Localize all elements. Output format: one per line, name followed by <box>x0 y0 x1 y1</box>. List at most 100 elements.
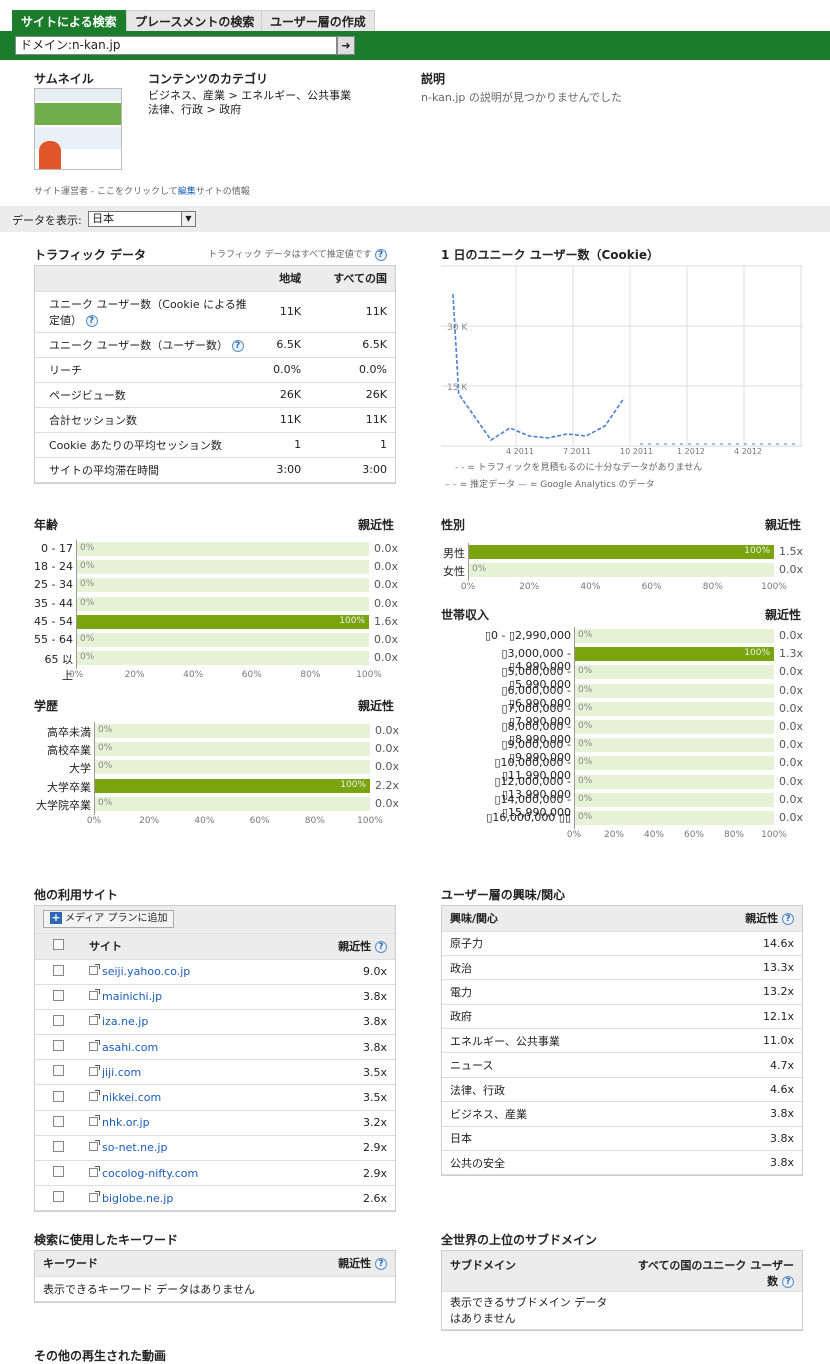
row-checkbox[interactable] <box>52 1065 64 1077</box>
bar-pct-label: 0% <box>80 543 95 553</box>
bar-affinity-value: 0.0x <box>374 560 399 574</box>
table-row: ビジネス、産業 3.8x <box>442 1101 802 1127</box>
bar-affinity-value: 1.5x <box>779 545 804 558</box>
select-all-checkbox[interactable] <box>52 939 64 951</box>
country-select-value: 日本 <box>92 212 114 225</box>
x-tick-label: 100% <box>356 670 382 681</box>
bar-pct-label: 0% <box>80 634 95 644</box>
interest-label: 政府 <box>442 1004 680 1030</box>
help-icon[interactable]: ? <box>85 314 98 327</box>
country-select[interactable]: 日本 ▼ <box>88 211 196 227</box>
keywords-grid: キーワード 親近性 ? 表示できるキーワード データはありません <box>35 1251 395 1302</box>
bar-category-label: 35 - 44 <box>34 596 73 610</box>
site-link[interactable]: nikkei.com <box>102 1091 161 1104</box>
bar-track: 0% <box>76 560 369 575</box>
bar-affinity-value: 0.0x <box>779 792 804 806</box>
tab-site-search[interactable]: サイトによる検索 <box>12 10 126 32</box>
bar <box>468 545 774 559</box>
interest-label: 電力 <box>442 979 680 1005</box>
traffic-grid: 地域 すべての国 ユニーク ユーザー数（Cookie による推定値） ? 11K 1… <box>35 266 395 483</box>
help-icon[interactable]: ? <box>782 913 794 926</box>
bar-affinity-value: 0.0x <box>374 596 399 610</box>
traffic-table: 地域 すべての国 ユニーク ユーザー数（Cookie による推定値） ? 11K 1… <box>34 265 396 484</box>
site-link[interactable]: jiji.com <box>102 1066 141 1079</box>
row-checkbox[interactable] <box>52 1040 64 1052</box>
bar-pct-label: 0% <box>80 579 95 590</box>
interests-panel: 興味/関心 親近性 ? 原子力 14.6x 政治 13.3x 電力 13.2x 政府 12.1… <box>441 905 803 1177</box>
help-icon[interactable]: ? <box>782 1276 794 1288</box>
bar-pct-label: 0% <box>578 721 593 731</box>
domain-search-input[interactable]: ドメイン:n-kan.jp <box>15 36 337 55</box>
site-link[interactable]: so-net.ne.jp <box>102 1141 167 1154</box>
row-checkbox[interactable] <box>52 964 64 976</box>
x-tick-label: 0% <box>566 830 582 841</box>
row-checkbox[interactable] <box>52 1166 64 1178</box>
help-icon[interactable]: ? <box>375 941 387 954</box>
row-checkbox[interactable] <box>52 1090 64 1102</box>
site-link[interactable]: asahi.com <box>102 1041 158 1054</box>
subdomains-grid: サブドメイン すべての国のユニーク ユーザー数 ? 表示できるサブドメイン デー… <box>442 1251 802 1330</box>
tab-audience-create[interactable]: ユーザー層の作成 <box>261 10 375 32</box>
bar-pct-label: 0% <box>578 666 593 677</box>
other-sites-panel: + メディア プランに追加 サイト 親近性 ? seiji.yahoo.co.jp… <box>34 905 396 1213</box>
interests-title: ユーザー層の興味/関心 <box>441 888 566 902</box>
tab-placement-search[interactable]: プレースメントの検索 <box>126 10 264 32</box>
bar-category-label: 55 - 64 <box>34 633 73 646</box>
site-link[interactable]: cocolog-nifty.com <box>102 1167 198 1180</box>
chart-title: 年齢 <box>34 518 59 532</box>
y-axis <box>468 543 469 582</box>
interest-label: ニュース <box>442 1052 680 1078</box>
traffic-row-label: サイトの平均滞在時間 <box>35 457 255 483</box>
traffic-all-value: 0.0% <box>309 357 395 383</box>
bar-affinity-value: 0.0x <box>779 683 804 697</box>
go-button[interactable]: ➜ <box>337 36 355 55</box>
traffic-row: ユニーク ユーザー数（Cookie による推定値） ? 11K 11K <box>35 291 395 333</box>
help-icon[interactable]: ? <box>374 248 387 261</box>
traffic-row: Cookie あたりの平均セッション数 1 1 <box>35 432 395 458</box>
interests-header: 興味/関心 親近性 ? <box>442 906 802 932</box>
site-link[interactable]: iza.ne.jp <box>102 1015 148 1028</box>
interest-label: 政治 <box>442 955 680 981</box>
bar-pct-label: 0% <box>578 739 593 750</box>
table-row: iza.ne.jp 3.8x <box>35 1009 395 1036</box>
dotted-line-icon: - - <box>455 463 465 473</box>
edit-link[interactable]: 編集 <box>178 187 196 197</box>
x-tick-label: 80% <box>702 582 723 593</box>
col-site: サイト <box>81 934 288 960</box>
row-checkbox[interactable] <box>52 1191 64 1203</box>
bar-track: 0% <box>574 701 774 716</box>
row-checkbox[interactable] <box>52 1140 64 1152</box>
site-link[interactable]: biglobe.ne.jp <box>102 1192 173 1205</box>
table-row: biglobe.ne.jp 2.6x <box>35 1185 395 1212</box>
bar-affinity-value: 0.0x <box>374 633 399 646</box>
chart-title: 性別 <box>441 518 466 532</box>
row-checkbox[interactable] <box>52 989 64 1001</box>
external-link-icon <box>89 1090 100 1102</box>
bar-track: 0% <box>574 720 774 734</box>
row-checkbox[interactable] <box>52 1115 64 1127</box>
add-to-media-plan-button[interactable]: + メディア プランに追加 <box>43 910 175 928</box>
traffic-row-label: Cookie あたりの平均セッション数 <box>35 432 255 458</box>
x-tick-label: 60% <box>249 816 270 826</box>
site-link[interactable]: seiji.yahoo.co.jp <box>102 965 190 978</box>
help-icon[interactable]: ? <box>231 339 244 352</box>
external-link-icon <box>89 964 100 976</box>
bar-pct-label: 0% <box>98 797 113 808</box>
interest-label: エネルギー、公共事業 <box>442 1028 680 1054</box>
site-thumbnail[interactable] <box>34 88 122 170</box>
x-tick-label: 4 2011 <box>506 447 534 456</box>
external-link-icon <box>89 1115 100 1127</box>
bar-affinity-value: 0.0x <box>779 701 804 715</box>
table-row: 公共の安全 3.8x <box>442 1150 802 1176</box>
site-link[interactable]: mainichi.jp <box>102 990 162 1003</box>
site-affinity: 9.0x <box>287 959 395 985</box>
row-checkbox[interactable] <box>52 1014 64 1026</box>
bar-affinity-value: 0.0x <box>374 542 399 555</box>
help-icon[interactable]: ? <box>375 1258 387 1271</box>
keywords-title: 検索に使用したキーワード <box>34 1233 179 1247</box>
table-row: 原子力 14.6x <box>442 931 802 956</box>
site-link[interactable]: nhk.or.jp <box>102 1116 150 1129</box>
bar-affinity-value: 0.0x <box>375 724 400 737</box>
interest-affinity: 3.8x <box>679 1126 802 1152</box>
x-tick-label: 20% <box>519 582 540 593</box>
